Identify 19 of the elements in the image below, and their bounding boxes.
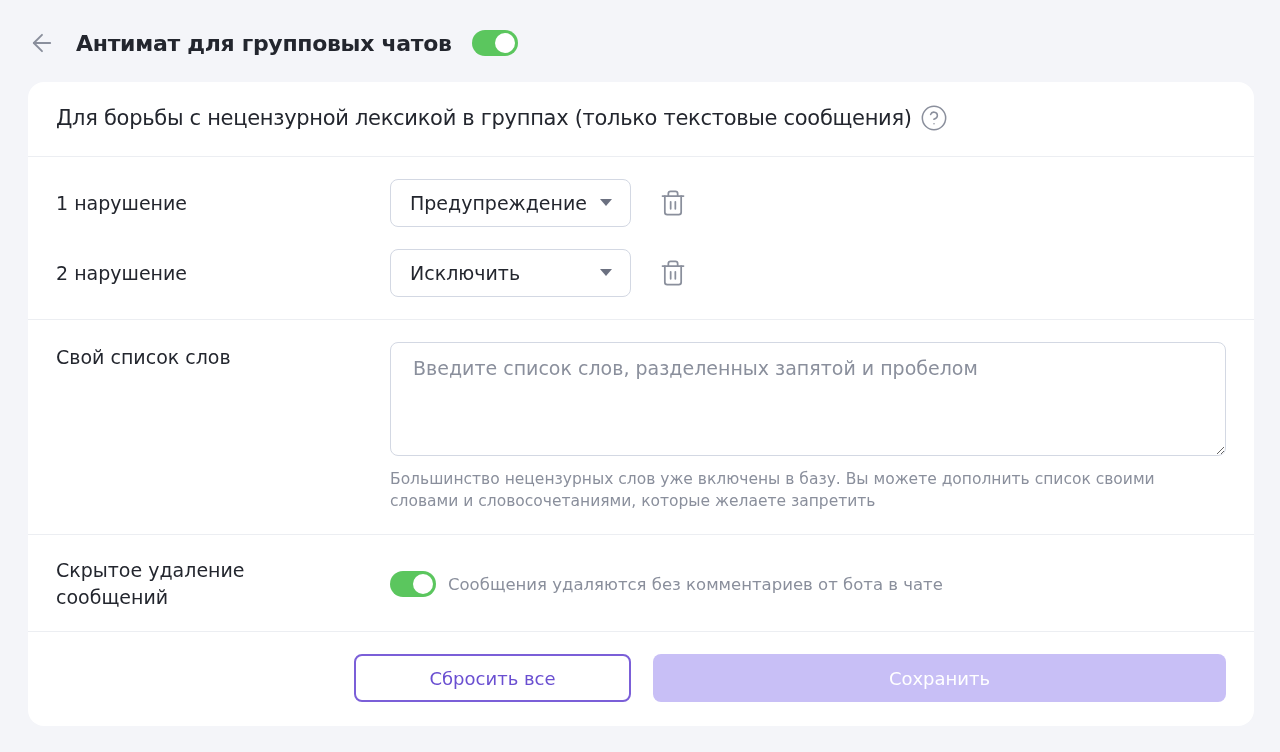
- delete-icon[interactable]: [659, 189, 687, 217]
- hidden-delete-label: Скрытое удаление сообщений: [56, 558, 246, 610]
- help-icon[interactable]: [919, 104, 948, 132]
- page-title: Антимат для групповых чатов: [76, 30, 452, 56]
- action-select[interactable]: Исключить: [390, 249, 631, 297]
- delete-icon[interactable]: [659, 259, 687, 287]
- violation-label: 2 нарушение: [56, 260, 189, 286]
- reset-button[interactable]: Сбросить все: [354, 654, 631, 702]
- caret-icon: [600, 199, 612, 207]
- toggle-switch[interactable]: [471, 30, 518, 56]
- word-list-field[interactable]: Введите список слов, разделенных запятой и пробелом: [390, 342, 1226, 456]
- hint-text: Большинство нецензурных слов уже включены в базу. Вы можете дополнить список своими словами и словосочетаниями, которые желаете запретить: [390, 469, 1156, 512]
- card-description: Для борьбы с нецензурной лексикой в группах (только текстовые сообщения): [56, 106, 912, 130]
- toggle-description: Сообщения удаляются без комментариев от бота в чате: [448, 574, 943, 594]
- caret-icon: [600, 269, 612, 277]
- toggle-switch[interactable]: [390, 571, 436, 597]
- action-select[interactable]: Предупреждение: [390, 179, 631, 227]
- word-list-label: Свой список слов: [56, 345, 232, 370]
- violation-label: 1 нарушение: [56, 190, 189, 216]
